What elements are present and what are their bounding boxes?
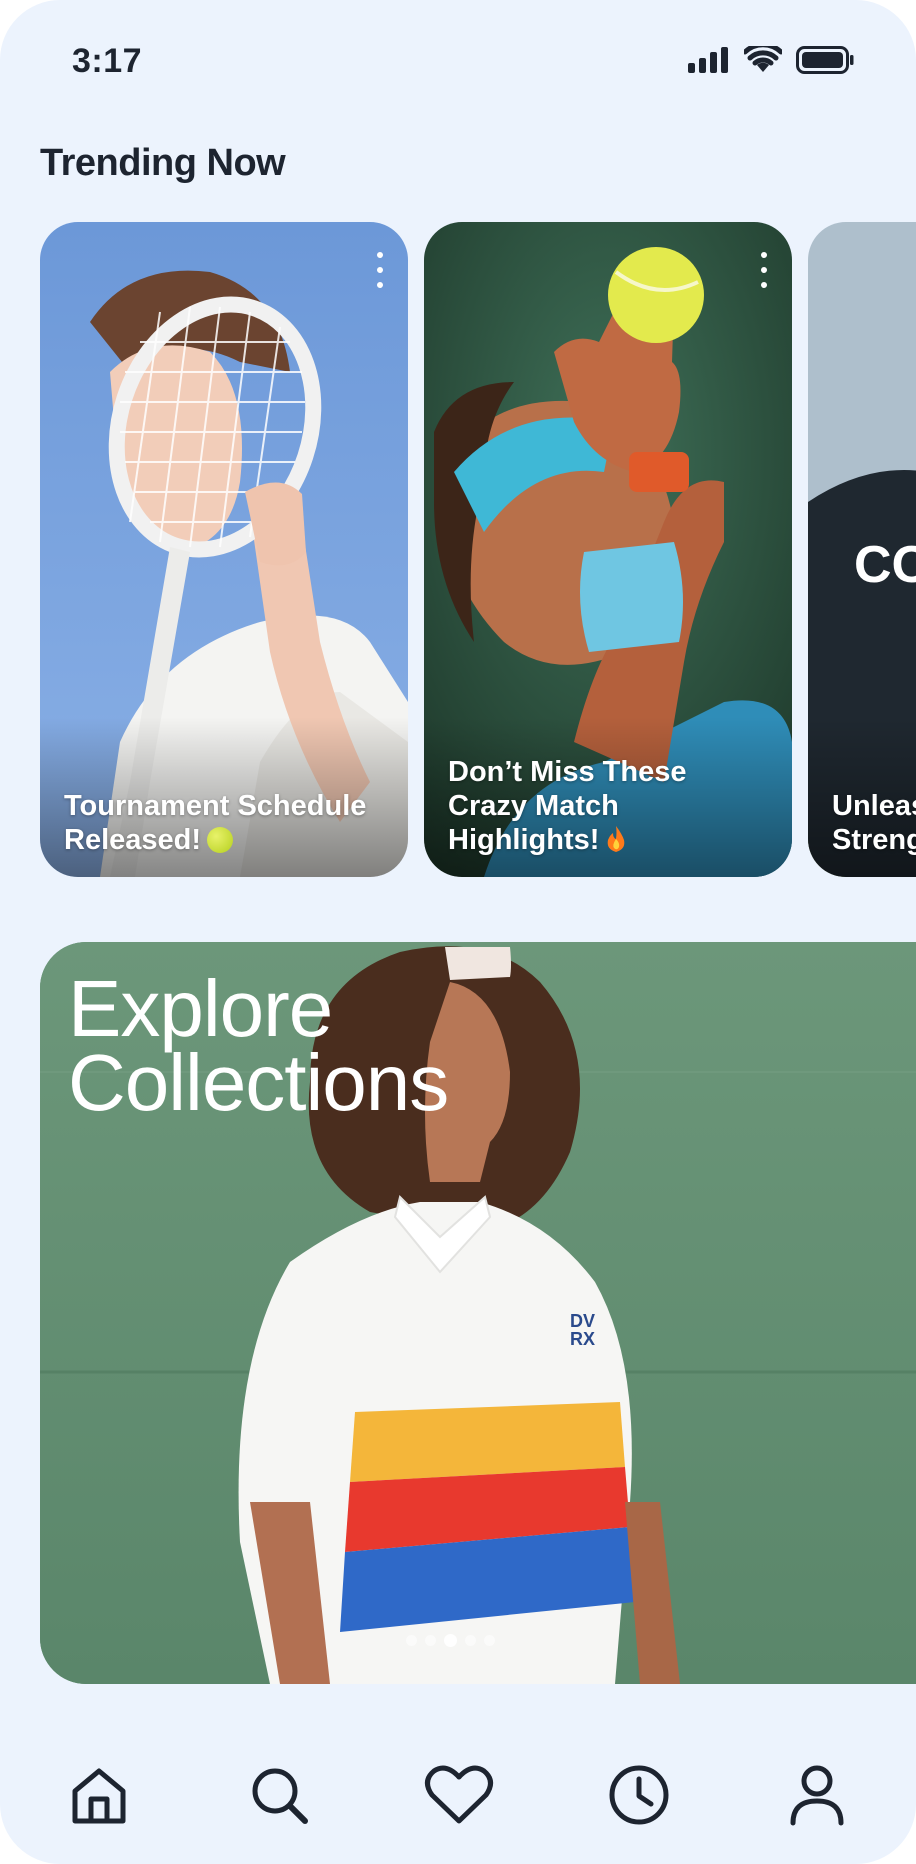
- nav-history-button[interactable]: [604, 1760, 674, 1830]
- trending-card[interactable]: CO Unleas Streng: [808, 222, 916, 877]
- collections-title-line2: Collections: [68, 1038, 449, 1127]
- svg-text:RX: RX: [570, 1329, 595, 1349]
- more-options-icon[interactable]: [758, 252, 770, 288]
- card-caption: Tournament Schedule Released!: [64, 790, 367, 856]
- pagination-dot[interactable]: [425, 1635, 436, 1646]
- wifi-icon: [744, 46, 782, 72]
- fire-icon: [608, 826, 625, 852]
- home-icon: [72, 1768, 126, 1824]
- status-icons: [688, 46, 854, 74]
- nav-home-button[interactable]: [64, 1760, 134, 1830]
- svg-text:CO: CO: [854, 536, 916, 594]
- card-caption: Unleas Streng: [832, 790, 916, 856]
- pagination-dot[interactable]: [406, 1635, 417, 1646]
- trending-card[interactable]: Tournament Schedule Released!: [40, 222, 408, 877]
- collections-title: Explore Collections: [68, 964, 588, 1127]
- profile-icon: [790, 1765, 844, 1826]
- trending-card[interactable]: Don’t Miss These Crazy Match Highlights!: [424, 222, 792, 877]
- tennis-ball-icon: [207, 827, 234, 853]
- history-icon: [609, 1765, 669, 1825]
- card-caption: Don’t Miss These Crazy Match Highlights!: [448, 756, 687, 856]
- search-icon: [252, 1768, 308, 1824]
- svg-text:DV: DV: [570, 1311, 595, 1331]
- carousel-pagination[interactable]: [406, 1634, 495, 1647]
- pagination-dot-active[interactable]: [444, 1634, 457, 1647]
- status-time: 3:17: [72, 42, 143, 80]
- pagination-dot[interactable]: [465, 1635, 476, 1646]
- explore-collections-banner[interactable]: DV RX Explore Collections: [40, 942, 916, 1684]
- cellular-signal-icon: [688, 47, 728, 73]
- pagination-dot[interactable]: [484, 1635, 495, 1646]
- nav-profile-button[interactable]: [782, 1760, 852, 1830]
- collections-title-line1: Explore: [68, 964, 333, 1053]
- battery-icon: [796, 46, 854, 74]
- bottom-navigation: [0, 1760, 916, 1830]
- heart-icon: [425, 1765, 493, 1824]
- nav-search-button[interactable]: [244, 1760, 314, 1830]
- section-title-trending: Trending Now: [40, 142, 286, 184]
- nav-favorites-button[interactable]: [424, 1760, 494, 1830]
- more-options-icon[interactable]: [374, 252, 386, 288]
- app-screen: 3:17 Trending Now Tournament Schedule Re…: [0, 0, 916, 1864]
